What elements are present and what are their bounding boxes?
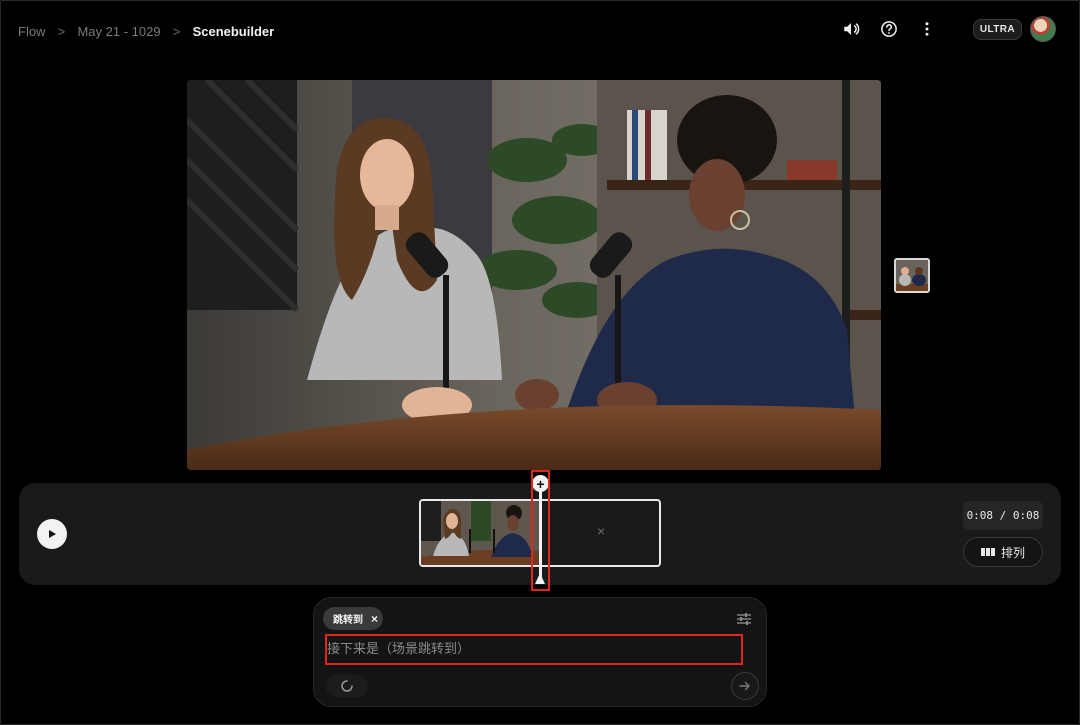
help-icon[interactable] xyxy=(877,17,901,41)
send-button[interactable] xyxy=(731,672,759,700)
more-vert-icon[interactable] xyxy=(915,17,939,41)
tune-icon[interactable] xyxy=(737,612,751,630)
scene-image xyxy=(187,80,881,470)
time-display: 0:08 / 0:08 xyxy=(963,501,1043,530)
jump-to-chip[interactable]: 跳转到 × xyxy=(323,607,383,630)
close-icon[interactable]: × xyxy=(371,612,378,626)
chevron-right-icon: > xyxy=(172,23,181,39)
breadcrumb-current: Scenebuilder xyxy=(192,23,275,39)
prompt-input[interactable] xyxy=(325,634,743,665)
spinner-icon xyxy=(341,680,353,692)
breadcrumb-flow[interactable]: Flow xyxy=(18,24,45,39)
loading-indicator xyxy=(326,675,368,697)
arrange-label: 排列 xyxy=(1000,545,1025,560)
chip-label: 跳转到 xyxy=(333,615,363,626)
clip-thumbnail[interactable] xyxy=(421,501,539,565)
scene-preview xyxy=(187,80,881,470)
arrange-button[interactable]: 排列 xyxy=(963,537,1043,567)
arrow-right-icon xyxy=(739,681,750,691)
plan-badge: ULTRA xyxy=(972,18,1022,40)
empty-slot-close-icon[interactable]: × xyxy=(597,523,605,539)
header-actions: ULTRA xyxy=(839,16,1056,42)
avatar[interactable] xyxy=(1030,16,1056,42)
breadcrumb-project[interactable]: May 21 - 1029 xyxy=(77,24,160,39)
playhead-highlight xyxy=(531,470,550,591)
arrange-icon xyxy=(980,548,995,556)
play-icon xyxy=(49,530,56,538)
play-button[interactable] xyxy=(37,519,67,549)
breadcrumb: Flow > May 21 - 1029 > Scenebuilder xyxy=(18,22,274,40)
scene-thumbnail[interactable] xyxy=(894,258,930,293)
volume-icon[interactable] xyxy=(839,17,863,41)
chevron-right-icon: > xyxy=(57,23,66,39)
